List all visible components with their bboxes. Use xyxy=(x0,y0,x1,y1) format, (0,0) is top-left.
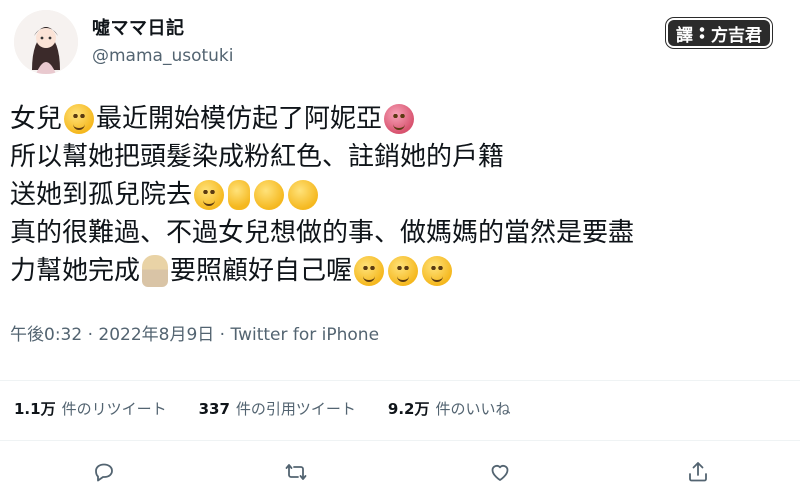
divider xyxy=(0,440,800,441)
user-handle[interactable]: @mama_usotuki xyxy=(92,46,234,66)
stat-label: 件の引用ツイート xyxy=(235,400,356,418)
watermark-name: 方吉君 xyxy=(711,25,762,46)
woman-emoji xyxy=(64,104,95,134)
share-icon[interactable] xyxy=(686,460,710,484)
watermark-separator xyxy=(699,26,705,40)
stat-count: 9.2万 xyxy=(387,400,430,418)
tweet-line-2: 所以幫她把頭髮染成粉紅色、註銷她的戶籍 xyxy=(10,138,790,176)
woman-shrugging-emoji xyxy=(142,255,169,287)
clapping-hands-emoji xyxy=(254,180,285,210)
smiling-face-emoji xyxy=(354,256,385,286)
like-count-stat[interactable]: 9.2万 件のいいね xyxy=(388,398,511,419)
tweet-timestamp-source[interactable]: 午後0:32 · 2022年8月9日 · Twitter for iPhone xyxy=(10,320,379,345)
display-name[interactable]: 噓ママ日記 xyxy=(92,14,185,40)
tweet-text-segment: 真的很難過、不過女兒想做的事、做媽媽的當然是要盡 xyxy=(10,218,635,248)
tweet-text-segment: 送她到孤兒院去 xyxy=(10,180,193,210)
tweet-text-segment: 力幫她完成 xyxy=(10,256,141,286)
hand-emoji xyxy=(228,180,251,210)
like-icon[interactable] xyxy=(488,460,512,484)
clapping-hands-emoji xyxy=(288,180,319,210)
stat-label: 件のいいね xyxy=(435,400,511,418)
laughing-tears-emoji xyxy=(422,256,453,286)
avatar-image xyxy=(14,10,78,74)
tweet-line-3: 送她到孤兒院去 xyxy=(10,176,790,214)
tweet-text-segment: 要照顧好自己喔 xyxy=(170,256,353,286)
stat-count: 337 xyxy=(198,400,230,418)
quote-tweet-count-stat[interactable]: 337 件の引用ツイート xyxy=(199,398,356,419)
tweet-line-4: 真的很難過、不過女兒想做的事、做媽媽的當然是要盡 xyxy=(10,214,790,252)
stat-count: 1.1万 xyxy=(14,400,56,418)
worried-face-emoji xyxy=(388,256,419,286)
avatar[interactable] xyxy=(14,10,78,74)
stat-label: 件のリツイート xyxy=(61,400,167,418)
watermark-left-char: 譯 xyxy=(676,25,693,46)
tweet-body: 女兒 最近開始模仿起了阿妮亞 所以幫她把頭髮染成粉紅色、註銷她的戶籍 送她到孤兒… xyxy=(10,100,790,290)
sick-face-emoji xyxy=(384,104,415,134)
tweet-action-bar xyxy=(0,452,800,492)
tweet-text-segment: 所以幫她把頭髮染成粉紅色、註銷她的戶籍 xyxy=(10,142,505,172)
retweet-count-stat[interactable]: 1.1万 件のリツイート xyxy=(14,398,167,419)
tweet-stats: 1.1万 件のリツイート 337 件の引用ツイート 9.2万 件のいいね xyxy=(14,398,511,419)
tweet-text-segment: 最近開始模仿起了阿妮亞 xyxy=(96,104,383,134)
retweet-icon[interactable] xyxy=(284,460,308,484)
tweet-line-1: 女兒 最近開始模仿起了阿妮亞 xyxy=(10,100,790,138)
reply-icon[interactable] xyxy=(92,460,116,484)
translator-watermark-badge: 譯 方吉君 xyxy=(668,20,770,46)
divider xyxy=(0,380,800,381)
tweet-line-5: 力幫她完成 要照顧好自己喔 xyxy=(10,252,790,290)
tweet-text-segment: 女兒 xyxy=(10,104,63,134)
relieved-face-emoji xyxy=(194,180,225,210)
